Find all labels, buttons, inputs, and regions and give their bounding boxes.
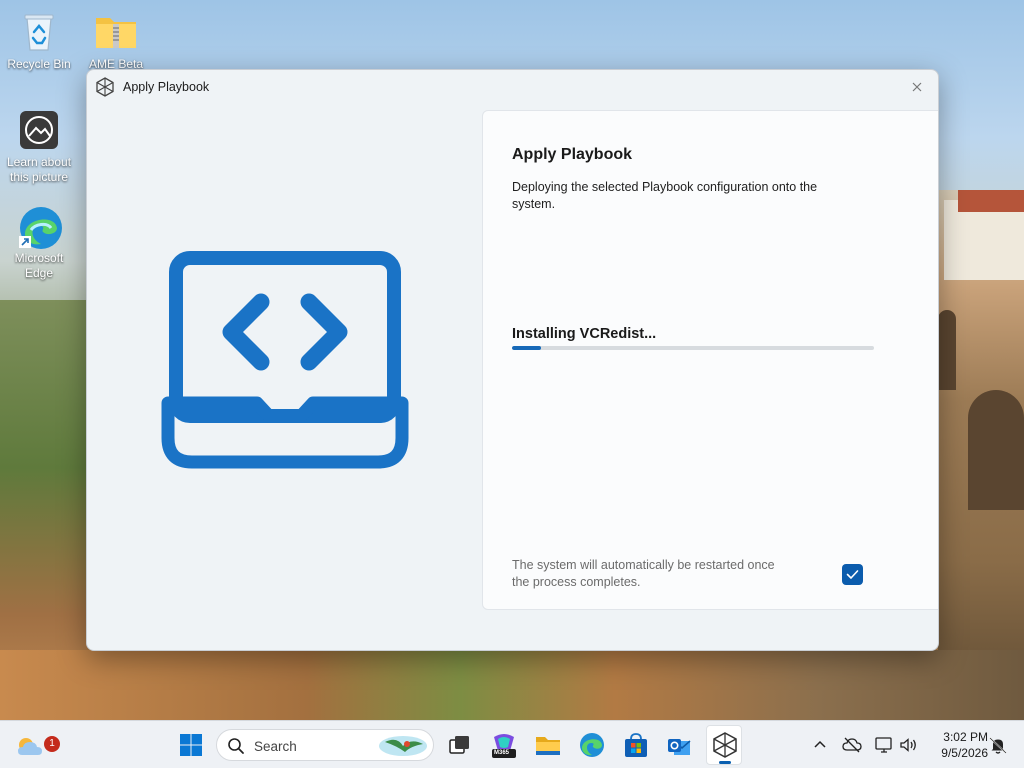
panel-heading: Apply Playbook: [512, 146, 633, 163]
taskbar-search[interactable]: Search: [216, 729, 434, 761]
folder-icon: [536, 737, 560, 755]
desktop-icon-label: Microsoft Edge: [14, 251, 64, 280]
install-status-text: Installing VCRedist...: [512, 326, 657, 342]
apply-playbook-window: Apply Playbook Apply Playbook Deploying …: [86, 69, 939, 651]
outlook-button[interactable]: [664, 729, 696, 761]
speaker-icon: [900, 738, 916, 752]
notifications-button[interactable]: [988, 735, 1008, 755]
weather-widget[interactable]: 1: [14, 729, 60, 761]
window-title: Apply Playbook: [123, 80, 210, 94]
m365-copilot-icon: [492, 734, 516, 758]
desktop-icon-recycle-bin[interactable]: Recycle Bin: [1, 10, 77, 72]
wallpaper-bottom-cliffs: [0, 650, 1024, 720]
weather-badge: 1: [44, 736, 60, 752]
active-app-indicator: [719, 761, 731, 764]
taskbar-clock[interactable]: 3:02 PM 9/5/2026: [924, 729, 988, 761]
install-progress-fill: [512, 346, 541, 350]
search-label: Search: [254, 739, 297, 754]
close-icon: [912, 82, 922, 92]
ame-logo-icon: [95, 77, 115, 97]
ame-logo-icon: [713, 732, 737, 758]
ame-wizard-taskbar-button[interactable]: [706, 725, 742, 765]
edge-icon: [580, 733, 604, 757]
auto-restart-checkbox[interactable]: [842, 564, 863, 585]
chevron-up-icon: [814, 740, 826, 748]
search-highlight-bird-icon: [379, 736, 427, 756]
bridge-arch: [968, 390, 1024, 510]
store-bag-icon: [625, 733, 647, 757]
panel-description: Deploying the selected Playbook configur…: [512, 180, 818, 211]
bridge-arch: [938, 310, 956, 390]
laptop-code-icon: [161, 251, 409, 469]
m365-app-button[interactable]: M365: [488, 729, 520, 761]
task-view-icon: [449, 736, 469, 754]
restart-note: The system will automatically be restart…: [512, 558, 775, 589]
learn-picture-icon: [17, 108, 61, 152]
taskbar: 1 Search M365 3:02 PM 9/5/2026: [0, 720, 1024, 768]
show-hidden-icons-button[interactable]: [810, 735, 830, 755]
network-tray-button[interactable]: [874, 735, 894, 755]
install-progress-bar: [512, 346, 874, 350]
start-button[interactable]: [175, 729, 207, 761]
search-icon: [228, 738, 244, 754]
desktop-icon-label: Learn about this picture: [6, 155, 72, 184]
outlook-icon: [668, 739, 691, 755]
close-button[interactable]: [906, 76, 928, 98]
cloud-offline-icon: [842, 737, 862, 753]
building: [944, 200, 1024, 280]
network-monitor-icon: [875, 737, 892, 753]
window-titlebar[interactable]: Apply Playbook: [87, 70, 938, 104]
onedrive-tray-button[interactable]: [842, 735, 862, 755]
laptop-code-illustration: [159, 250, 411, 472]
microsoft-store-button[interactable]: [620, 729, 652, 761]
m365-label: M365: [494, 750, 510, 756]
edge-taskbar-button[interactable]: [576, 729, 608, 761]
edge-icon: [17, 204, 62, 249]
desktop-icon-microsoft-edge[interactable]: Microsoft Edge: [1, 204, 77, 281]
checkmark-icon: [846, 570, 859, 579]
windows-logo-icon: [180, 734, 202, 756]
clock-time: 3:02 PM: [943, 730, 988, 744]
building-roof: [958, 190, 1024, 212]
task-view-button[interactable]: [443, 729, 475, 761]
progress-panel: Apply Playbook Deploying the selected Pl…: [482, 110, 938, 610]
wallpaper-right-bridge: [938, 190, 1024, 720]
clock-date: 9/5/2026: [941, 746, 988, 760]
desktop-icon-label: Recycle Bin: [7, 57, 71, 71]
desktop-icon-ame-beta[interactable]: AME Beta: [78, 10, 154, 72]
file-explorer-button[interactable]: [532, 729, 564, 761]
notification-bell-icon: [989, 737, 1007, 754]
weather-cloud-icon: [18, 738, 42, 755]
desktop-icon-learn-about-picture[interactable]: Learn about this picture: [1, 108, 77, 185]
recycle-bin-icon: [17, 10, 61, 54]
volume-tray-button[interactable]: [898, 735, 918, 755]
zip-folder-icon: [94, 10, 138, 54]
